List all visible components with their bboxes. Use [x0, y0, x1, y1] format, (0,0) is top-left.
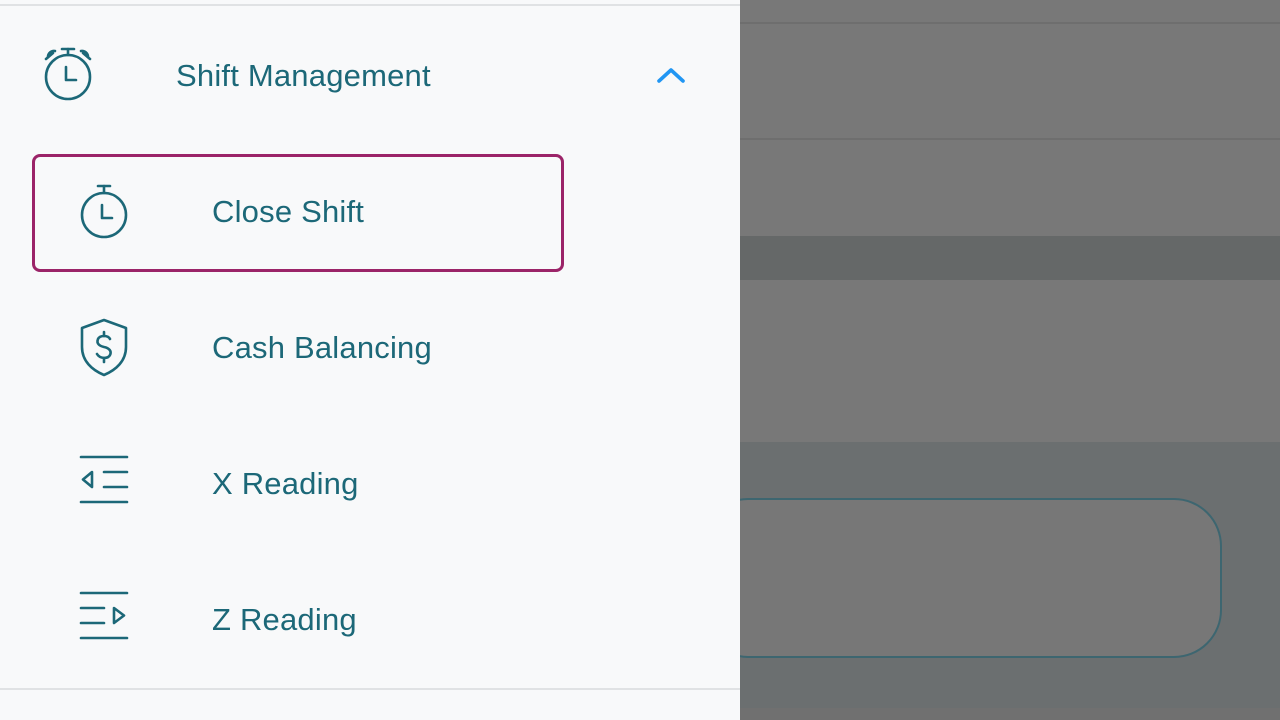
background-divider	[740, 22, 1280, 24]
list-indent-left-icon	[78, 453, 130, 513]
background-section-band	[740, 236, 1280, 280]
navigation-drawer: Shift Management Close Shift Cash Balanc…	[0, 0, 740, 720]
background-divider	[740, 138, 1280, 140]
shield-dollar-icon	[78, 317, 130, 377]
list-play-right-icon	[78, 589, 130, 649]
menu-item-z-reading[interactable]: Z Reading	[32, 562, 564, 680]
menu-item-x-reading[interactable]: X Reading	[32, 426, 564, 544]
stopwatch-icon	[78, 181, 130, 241]
menu-item-label: Close Shift	[212, 194, 365, 229]
drawer-divider-bottom	[0, 688, 740, 690]
section-label: Shift Management	[176, 58, 431, 93]
chevron-up-icon[interactable]	[654, 64, 688, 86]
menu-item-label: Z Reading	[212, 602, 357, 637]
menu-item-close-shift[interactable]: Close Shift	[32, 154, 564, 272]
dimmed-background-app[interactable]	[700, 0, 1280, 720]
background-input-field	[700, 498, 1222, 658]
drawer-divider-top	[0, 4, 740, 6]
menu-item-label: Cash Balancing	[212, 330, 432, 365]
menu-item-label: X Reading	[212, 466, 359, 501]
shift-management-section-toggle[interactable]: Shift Management	[0, 20, 740, 132]
menu-item-cash-balancing[interactable]: Cash Balancing	[32, 290, 564, 408]
background-footer-strip	[740, 708, 1280, 720]
stopwatch-alarm-icon	[40, 45, 96, 101]
